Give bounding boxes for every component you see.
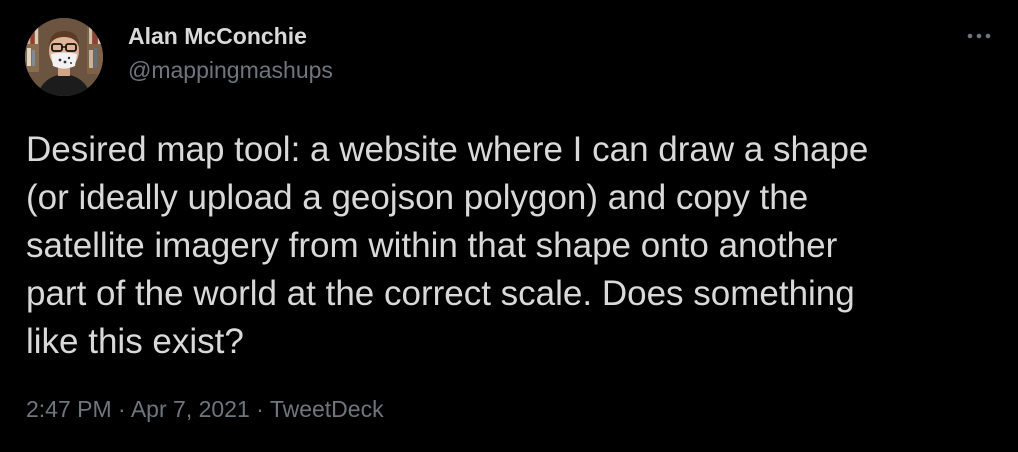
author-handle[interactable]: @mappingmashups bbox=[128, 54, 333, 86]
tweet-meta: 2:47 PM · Apr 7, 2021 · TweetDeck bbox=[26, 394, 384, 424]
tweet-date[interactable]: Apr 7, 2021 bbox=[131, 396, 250, 422]
tweet-card: Alan McConchie @mappingmashups Desired m… bbox=[0, 0, 1018, 452]
meta-separator: · bbox=[256, 396, 264, 422]
author-block: Alan McConchie @mappingmashups bbox=[128, 20, 333, 86]
tweet-source[interactable]: TweetDeck bbox=[270, 396, 384, 422]
author-avatar[interactable] bbox=[25, 18, 103, 96]
more-horizontal-icon bbox=[967, 33, 991, 39]
tweet-text: Desired map tool: a website where I can … bbox=[26, 130, 869, 361]
meta-separator: · bbox=[118, 396, 126, 422]
tweet-time[interactable]: 2:47 PM bbox=[26, 396, 112, 422]
author-display-name[interactable]: Alan McConchie bbox=[128, 20, 333, 52]
avatar-image-icon bbox=[25, 18, 103, 96]
more-options-button[interactable] bbox=[964, 26, 994, 46]
